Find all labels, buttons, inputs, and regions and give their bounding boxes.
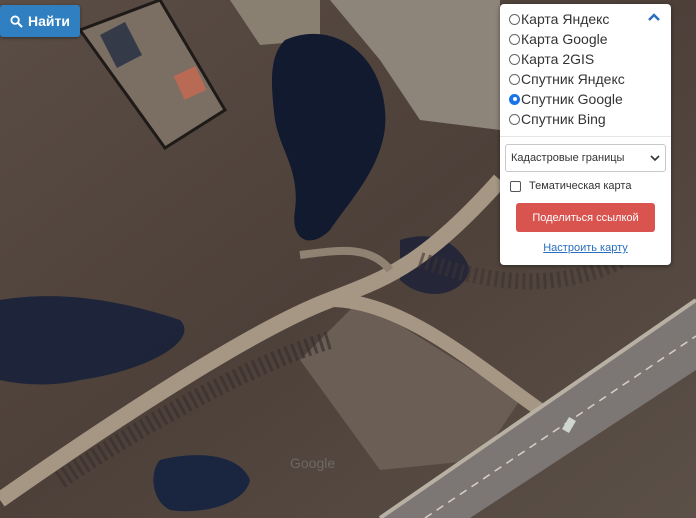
overlay-select-value: Кадастровые границы <box>511 152 625 164</box>
basemap-list: Карта Яндекс Карта Google Карта 2GIS Спу… <box>500 4 671 129</box>
configure-map-link[interactable]: Настроить карту <box>500 242 671 254</box>
search-icon <box>10 14 23 28</box>
checkbox[interactable] <box>510 180 521 192</box>
layer-label: Карта 2GIS <box>521 51 595 67</box>
share-link-button[interactable]: Поделиться ссылкой <box>516 203 655 232</box>
layer-option-yandex-map[interactable]: Карта Яндекс <box>500 9 671 29</box>
layer-label: Карта Google <box>521 31 608 47</box>
layer-label: Спутник Bing <box>521 111 606 127</box>
radio-button[interactable] <box>509 73 520 85</box>
radio-button[interactable] <box>509 53 520 65</box>
layer-option-google-map[interactable]: Карта Google <box>500 29 671 49</box>
thematic-map-label: Тематическая карта <box>529 180 632 192</box>
layer-option-bing-satellite[interactable]: Спутник Bing <box>500 109 671 129</box>
chevron-up-icon[interactable] <box>647 12 661 22</box>
map-watermark: Google <box>290 455 335 471</box>
layer-panel: Карта Яндекс Карта Google Карта 2GIS Спу… <box>500 4 671 265</box>
radio-button[interactable] <box>509 13 520 25</box>
layer-option-2gis-map[interactable]: Карта 2GIS <box>500 49 671 69</box>
find-button-label: Найти <box>28 13 70 29</box>
radio-button[interactable] <box>509 113 520 125</box>
overlay-select[interactable]: Кадастровые границы <box>505 144 666 172</box>
find-button[interactable]: Найти <box>0 5 80 37</box>
radio-button-selected[interactable] <box>509 93 520 105</box>
layer-label: Спутник Google <box>521 91 623 107</box>
thematic-map-toggle[interactable]: Тематическая карта <box>510 180 671 192</box>
divider <box>500 136 671 137</box>
chevron-down-icon <box>650 154 660 161</box>
layer-label: Карта Яндекс <box>521 11 610 27</box>
radio-button[interactable] <box>509 33 520 45</box>
layer-option-yandex-satellite[interactable]: Спутник Яндекс <box>500 69 671 89</box>
layer-option-google-satellite[interactable]: Спутник Google <box>500 89 671 109</box>
layer-label: Спутник Яндекс <box>521 71 625 87</box>
